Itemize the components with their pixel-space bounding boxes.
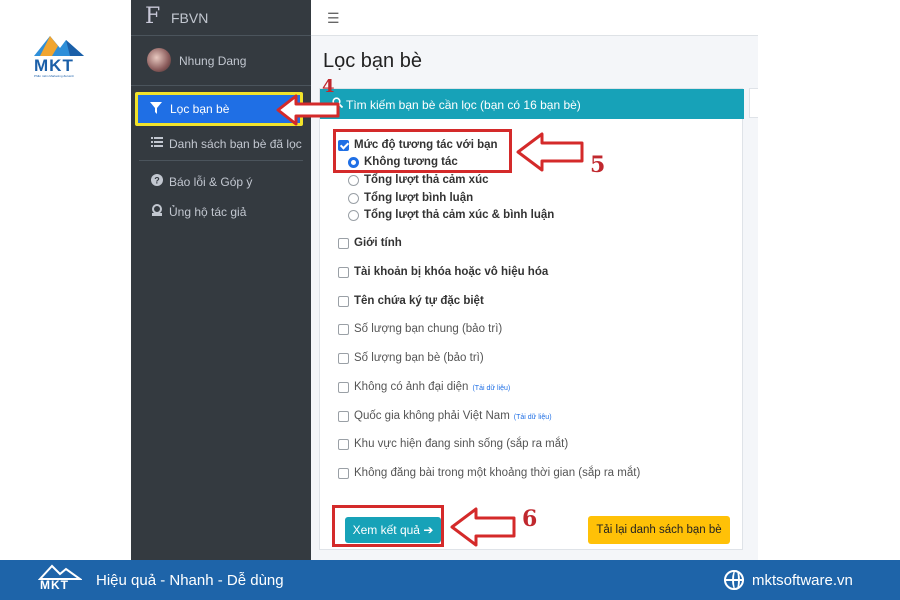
footer-logo-text: MKT xyxy=(40,578,69,592)
arrow-step4-icon xyxy=(276,94,340,126)
step-number-6: 6 xyxy=(522,506,538,532)
footer-banner: MKT Hiệu quả - Nhanh - Dễ dùng mktsoftwa… xyxy=(0,560,900,600)
arrow-step6-icon xyxy=(450,507,516,547)
footer-website[interactable]: mktsoftware.vn xyxy=(752,572,853,589)
arrow-step5-icon xyxy=(516,132,584,172)
step-number-4: 4 xyxy=(322,76,335,97)
globe-icon xyxy=(724,570,744,590)
footer-logo: MKT xyxy=(37,564,84,596)
step-number-5: 5 xyxy=(590,152,606,178)
annotation-arrows xyxy=(276,94,584,547)
footer-slogan: Hiệu quả - Nhanh - Dễ dùng xyxy=(96,572,284,589)
